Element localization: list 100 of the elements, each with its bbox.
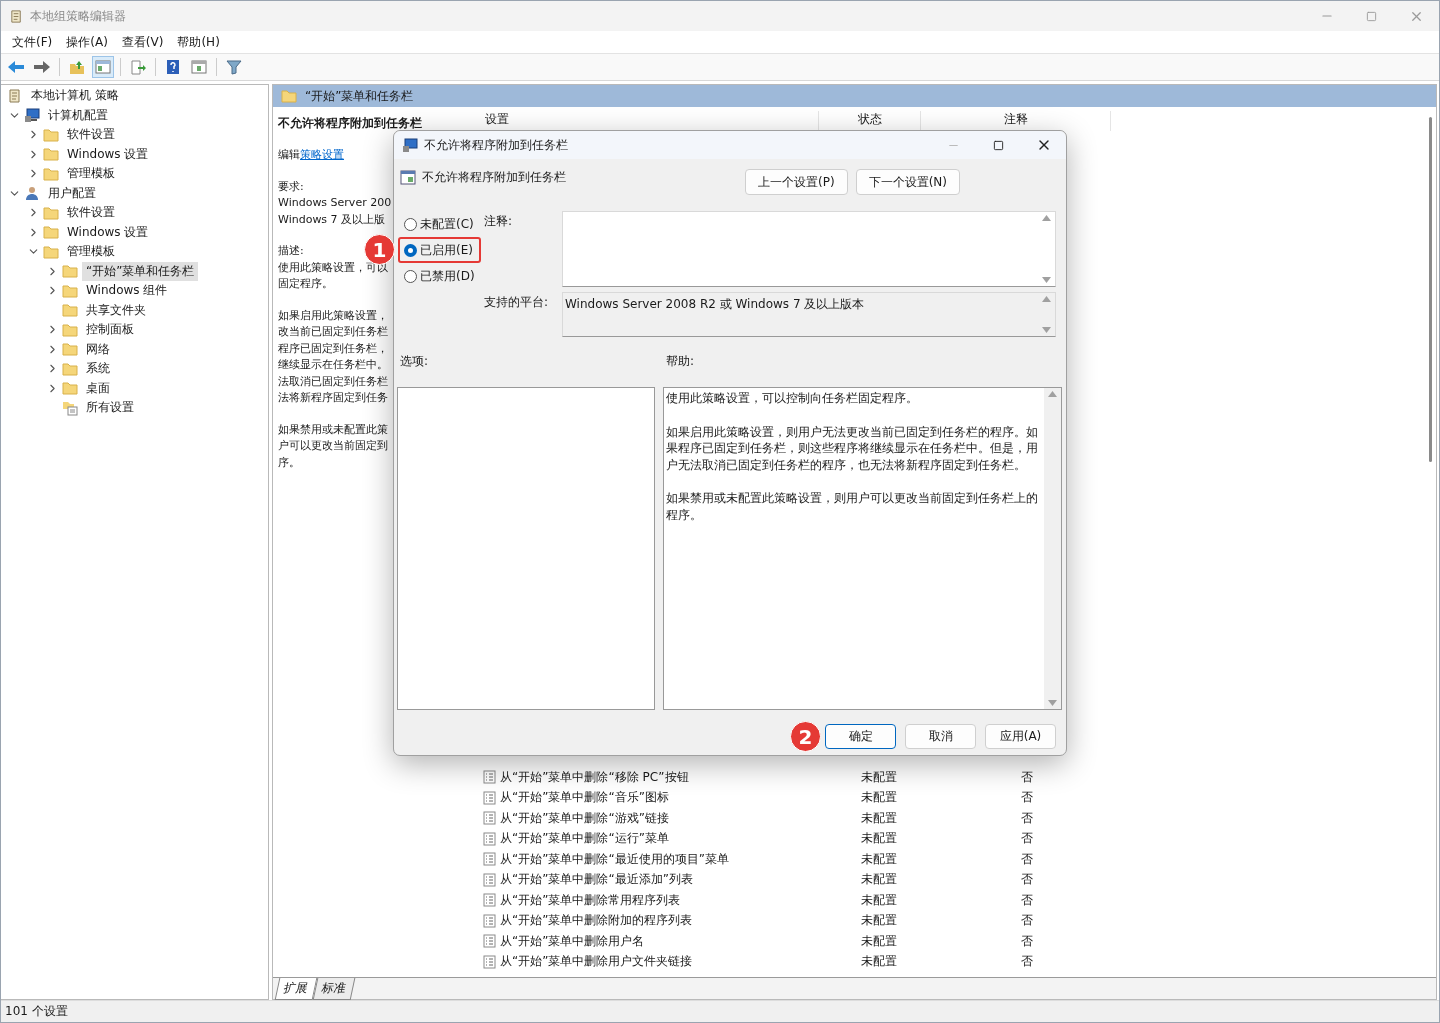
computer-icon [402, 137, 418, 153]
description-line: 固定程序。 [278, 276, 333, 292]
description-line: 改当前已固定到任务栏 [278, 324, 388, 340]
comment-cell-text: 否 [1021, 809, 1034, 827]
help-paragraph: 如果禁用或未配置此策略设置，则用户可以更改当前固定到任务栏上的程序。 [665, 490, 1039, 523]
folder-icon [62, 303, 78, 318]
scroll-down-icon[interactable] [1042, 327, 1051, 333]
scroll-up-icon[interactable] [1042, 296, 1051, 302]
app-icon [9, 8, 24, 24]
folder-icon [62, 342, 78, 357]
comment-cell-text: 否 [1021, 891, 1034, 909]
policy-setting-icon [483, 934, 496, 949]
state-cell-text: 未配置 [861, 891, 898, 909]
setting-name-cell[interactable]: 从“开始”菜单中删除“移除 PC”按钮 [500, 768, 689, 786]
pane-title: “开始”菜单和任务栏 [305, 87, 414, 105]
dialog-title: 不允许将程序附加到任务栏 [424, 136, 569, 154]
folder-icon [62, 361, 78, 376]
folder-icon [43, 166, 59, 181]
policy-settings-link[interactable]: 策略设置 [300, 148, 344, 161]
tree-item[interactable]: 控制面板 [82, 320, 138, 340]
state-cell-text: 未配置 [861, 850, 898, 868]
tree-item[interactable]: Windows 组件 [82, 281, 172, 301]
menu-item[interactable]: 查看(V) [114, 33, 171, 51]
nav-button[interactable]: 下一个设置(N) [855, 169, 960, 195]
tree-item[interactable]: Windows 设置 [63, 222, 153, 242]
comment-field[interactable] [562, 211, 1056, 287]
comment-cell-text: 否 [1021, 871, 1034, 889]
tree-item[interactable]: 用户配置 [44, 183, 100, 203]
tree-item[interactable]: 软件设置 [63, 203, 119, 223]
tree-item[interactable]: 共享文件夹 [82, 300, 150, 320]
radio-button[interactable] [404, 269, 417, 283]
folder-icon [62, 381, 78, 396]
comment-cell-text: 否 [1021, 768, 1034, 786]
description-line: 序。 [278, 454, 300, 471]
tree-item[interactable]: 网络 [82, 339, 114, 359]
state-cell-text: 未配置 [861, 809, 898, 827]
radio-option[interactable]: 未配置(C) [398, 211, 482, 237]
setting-name-cell[interactable]: 从“开始”菜单中删除“最近使用的项目”菜单 [500, 850, 729, 868]
setting-name-cell[interactable]: 从“开始”菜单中删除“运行”菜单 [500, 830, 669, 848]
description-line: Windows Server 200 [278, 195, 392, 211]
tree-item[interactable]: 管理模板 [63, 164, 119, 184]
dialog-button[interactable]: 取消 [905, 724, 976, 749]
setting-heading: 不允许将程序附加到任务栏 [278, 115, 422, 132]
policy-setting-icon [483, 893, 496, 908]
platform-label: 支持的平台: [484, 294, 550, 311]
setting-name-cell[interactable]: 从“开始”菜单中删除附加的程序列表 [500, 912, 693, 930]
tree-item[interactable]: “开始”菜单和任务栏 [82, 261, 199, 281]
description-line: 要求: [278, 178, 304, 195]
window-title: 本地组策略编辑器 [30, 7, 127, 25]
tree-item[interactable]: 计算机配置 [44, 105, 112, 125]
menu-item[interactable]: 操作(A) [59, 33, 115, 51]
state-cell-text: 未配置 [861, 830, 898, 848]
state-cell-text: 未配置 [861, 871, 898, 889]
policy-setting-icon [483, 770, 496, 785]
radio-button[interactable] [404, 243, 417, 257]
radio-button[interactable] [404, 217, 417, 231]
view-tab[interactable]: 扩展 [274, 978, 318, 1000]
policy-setting-icon [483, 913, 496, 928]
setting-name-cell[interactable]: 从“开始”菜单中删除“游戏”链接 [500, 809, 669, 827]
comment-cell-text: 否 [1021, 789, 1034, 807]
policy-setting-icon [483, 872, 496, 887]
scrollbar-thumb[interactable] [1428, 117, 1432, 462]
policy-setting-icon [483, 811, 496, 826]
scroll-up-icon[interactable] [1048, 391, 1057, 397]
tree-item[interactable]: Windows 设置 [63, 144, 153, 164]
step-badge: 2 [790, 721, 821, 752]
folder-icon [43, 205, 59, 220]
menu-item[interactable]: 帮助(H) [170, 33, 227, 51]
description-line: 法将新程序固定到任务 [278, 390, 388, 406]
setting-name-cell[interactable]: 从“开始”菜单中删除“最近添加”列表 [500, 871, 693, 889]
folder-icon [43, 225, 59, 240]
maximize-icon[interactable] [993, 139, 1004, 151]
settings-list-icon [62, 399, 78, 416]
scroll-down-icon[interactable] [1048, 700, 1057, 706]
view-tab[interactable]: 标准 [312, 978, 356, 1000]
folder-icon [62, 283, 78, 298]
tree-item[interactable]: 桌面 [82, 378, 114, 398]
setting-name-cell[interactable]: 从“开始”菜单中删除用户名 [500, 932, 645, 950]
tree-item[interactable]: 所有设置 [82, 398, 138, 418]
nav-button[interactable]: 上一个设置(P) [745, 169, 848, 195]
tree-item[interactable]: 管理模板 [63, 242, 119, 262]
help-paragraph: 如果启用此策略设置，则用户无法更改当前已固定到任务栏的程序。如果程序已固定到任务栏，则这些程序将继续显示在任务栏中。但是，用户无法取消已固定到任务栏的程序，也无法将新程序固定到任务栏。 [665, 423, 1039, 473]
setting-name-cell[interactable]: 从“开始”菜单中删除“音乐”图标 [500, 789, 669, 807]
policy-setting-icon [483, 831, 496, 846]
setting-name-cell[interactable]: 从“开始”菜单中删除常用程序列表 [500, 891, 681, 909]
policy-setting-icon [483, 852, 496, 867]
tree-item[interactable]: 本地计算机 策略 [27, 86, 123, 106]
description-line: 如果禁用或未配置此策 [278, 421, 388, 438]
menu-item[interactable]: 文件(F) [5, 33, 60, 51]
edit-label: 编辑 [278, 148, 300, 161]
setting-name-cell[interactable]: 从“开始”菜单中删除用户文件夹链接 [500, 953, 693, 971]
policy-icon [400, 169, 416, 185]
tree-item[interactable]: 软件设置 [63, 125, 119, 145]
scroll-up-icon[interactable] [1042, 215, 1051, 221]
radio-option[interactable]: 已禁用(D) [398, 263, 483, 289]
scroll-down-icon[interactable] [1042, 277, 1051, 283]
comment-cell-text: 否 [1021, 953, 1034, 971]
tree-item[interactable]: 系统 [82, 359, 114, 379]
folder-icon [281, 89, 297, 103]
dialog-button[interactable]: 应用(A) [985, 724, 1056, 749]
